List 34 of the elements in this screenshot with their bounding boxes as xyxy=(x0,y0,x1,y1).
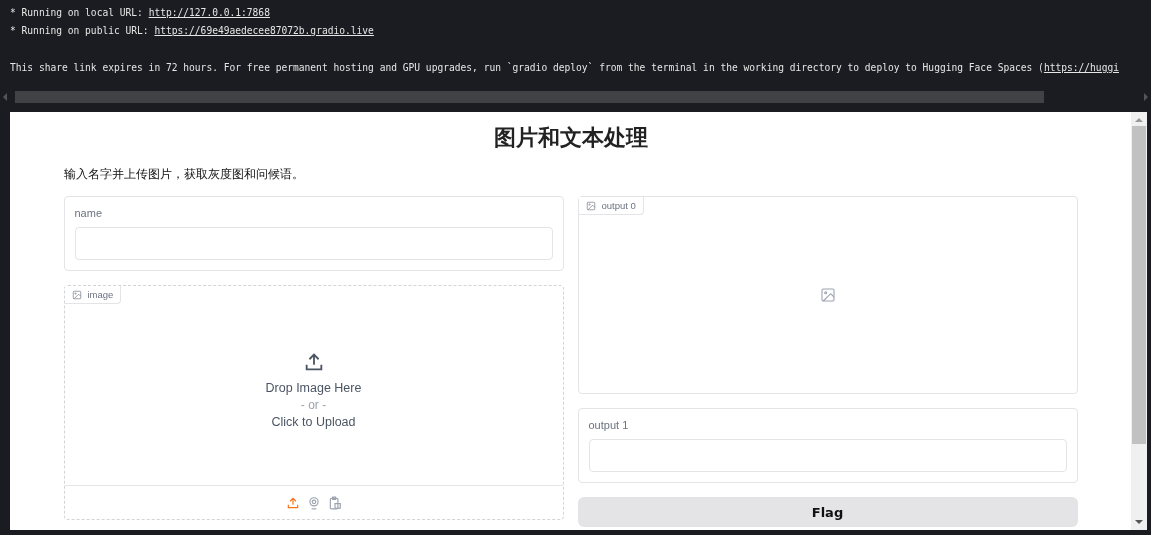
scrollbar-thumb[interactable] xyxy=(1132,126,1146,444)
field-label: name xyxy=(74,207,104,219)
name-input[interactable] xyxy=(74,227,553,260)
terminal-line: * Running on public URL: xyxy=(10,25,150,36)
image-icon xyxy=(585,200,596,211)
image-dropzone[interactable]: image Drop Image Here - or - Click to Upload xyxy=(63,285,564,520)
source-button[interactable] xyxy=(327,495,342,510)
upload-icon xyxy=(285,495,300,510)
terminal-line: This share link expires in 72 hours. For free permanent hosting and GPU upgrades, run `gradio deploy` from the terminal in the working directory to deploy to Hugging Face Spaces ( xyxy=(10,62,1044,73)
field-label: output 1 xyxy=(588,419,630,431)
app-title: 图片和文本处理 xyxy=(492,124,649,152)
label-text: output 0 xyxy=(601,200,636,211)
source-button[interactable] xyxy=(306,495,321,510)
flag-button[interactable]: Flag xyxy=(577,497,1078,527)
label-text: image xyxy=(87,289,114,300)
app-description: 输入名字并上传图片，获取灰度图和问候语。 xyxy=(63,166,305,183)
url-link[interactable]: https://69e49aedecee87072b.gradio.live xyxy=(154,25,374,36)
scrollbar-thumb[interactable] xyxy=(15,91,1044,103)
image-placeholder-icon xyxy=(819,287,836,303)
url-link[interactable]: http://127.0.0.1:7868 xyxy=(148,7,270,18)
scroll-right-icon[interactable] xyxy=(1144,93,1148,101)
or-text: - or - xyxy=(300,397,327,412)
image-icon xyxy=(71,289,82,300)
scroll-left-icon[interactable] xyxy=(3,93,7,101)
upload-text: Click to Upload xyxy=(271,414,356,429)
source-button[interactable] xyxy=(285,495,300,510)
clipboard-icon xyxy=(327,495,342,510)
scroll-down-icon[interactable] xyxy=(1135,520,1143,524)
webcam-icon xyxy=(306,495,321,510)
url-link[interactable]: https://huggi xyxy=(1043,62,1119,73)
terminal-line: * Running on local URL: xyxy=(10,7,144,18)
scroll-up-icon[interactable] xyxy=(1135,118,1143,122)
output-field[interactable] xyxy=(588,439,1067,472)
drop-text: Drop Image Here xyxy=(265,380,362,395)
